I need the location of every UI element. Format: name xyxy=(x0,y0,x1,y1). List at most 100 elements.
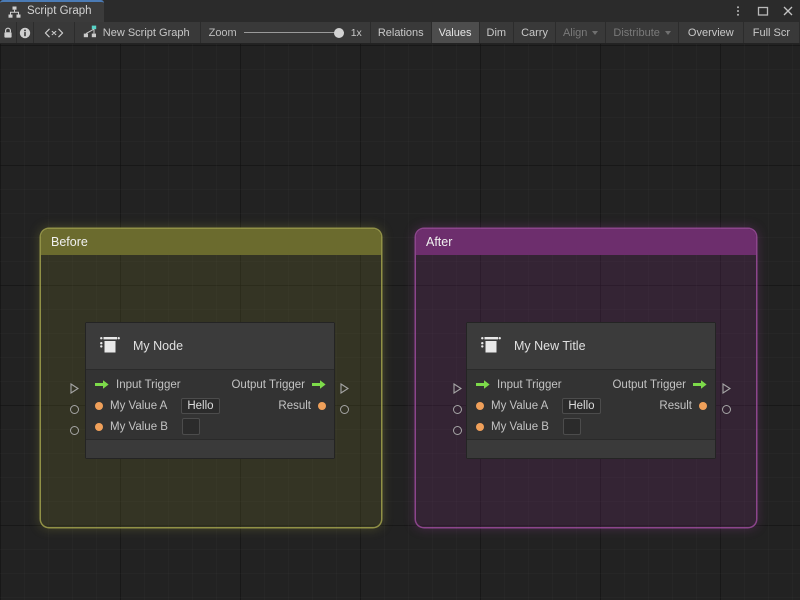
kebab-menu-icon[interactable] xyxy=(730,3,746,19)
value-b-input[interactable] xyxy=(562,418,581,435)
graph-canvas[interactable]: Before My Node Input Trigger Output Trig… xyxy=(0,44,800,600)
port-right[interactable]: Output Trigger xyxy=(231,379,326,391)
lock-icon xyxy=(2,27,14,39)
lock-button[interactable] xyxy=(0,22,17,43)
toolbar-button-label: Relations xyxy=(377,26,424,39)
value-port-icon xyxy=(95,401,103,410)
maximize-icon[interactable] xyxy=(755,3,771,19)
toolbar-button-values[interactable]: Values xyxy=(431,22,480,43)
external-result-port[interactable] xyxy=(336,399,352,420)
node-before-external-ports-right xyxy=(336,378,352,420)
tab-script-graph[interactable]: Script Graph xyxy=(0,0,104,22)
port-left[interactable]: My Value A Hello xyxy=(95,397,220,414)
window-tab-bar: Script Graph xyxy=(0,0,800,22)
toolbar-button-relations[interactable]: Relations xyxy=(370,22,432,43)
toolbar-button-carry[interactable]: Carry xyxy=(514,22,556,43)
toolbar-button-label: Overview xyxy=(687,26,734,39)
value-port-icon xyxy=(699,401,707,410)
external-trigger-port-out[interactable] xyxy=(336,378,352,399)
graph-name-field[interactable]: New Script Graph xyxy=(75,22,201,43)
port-right[interactable]: Output Trigger xyxy=(612,379,707,391)
circle-outline-icon xyxy=(452,426,462,435)
info-button[interactable] xyxy=(16,22,34,43)
external-value-port-a[interactable] xyxy=(449,399,465,420)
node-my-node[interactable]: My Node Input Trigger Output Trigger My … xyxy=(85,322,335,459)
value-a-input[interactable]: Hello xyxy=(181,397,220,414)
node-title: My New Title xyxy=(514,339,586,353)
value-port-icon xyxy=(318,401,326,410)
zoom-control[interactable]: Zoom 1x xyxy=(201,22,371,43)
node-before-external-ports-left xyxy=(66,378,82,441)
script-graph-icon xyxy=(83,25,97,41)
node-title: My Node xyxy=(133,339,184,353)
node-body: Input Trigger Output Trigger My Value A … xyxy=(467,370,715,439)
group-title: After xyxy=(426,235,453,249)
chevron-down-icon xyxy=(592,30,599,35)
port-left[interactable]: Input Trigger xyxy=(476,379,562,391)
group-header-after[interactable]: After xyxy=(416,229,756,255)
port-row-input-trigger[interactable]: Input Trigger Output Trigger xyxy=(467,374,715,395)
graph-toolbar: New Script Graph Zoom 1x Relations Value… xyxy=(0,22,800,44)
value-b-input[interactable] xyxy=(181,418,200,435)
port-label: Result xyxy=(278,399,311,412)
node-header[interactable]: My New Title xyxy=(467,323,715,370)
port-right[interactable]: Result xyxy=(659,400,707,412)
port-row-input-trigger[interactable]: Input Trigger Output Trigger xyxy=(86,374,334,395)
external-trigger-port-in[interactable] xyxy=(449,378,465,399)
external-trigger-port-in[interactable] xyxy=(66,378,82,399)
port-right[interactable]: Result xyxy=(278,400,326,412)
toolbar-button-distribute[interactable]: Distribute xyxy=(606,22,679,43)
node-header[interactable]: My Node xyxy=(86,323,334,370)
variables-button[interactable] xyxy=(33,22,75,43)
script-graph-window: Script Graph New Script Graph Zoom 1x Re… xyxy=(0,0,800,600)
zoom-slider-track xyxy=(243,32,344,33)
port-label: Result xyxy=(659,399,692,412)
port-label: Input Trigger xyxy=(497,378,562,391)
port-left[interactable]: My Value A Hello xyxy=(476,397,601,414)
toolbar-button-dim[interactable]: Dim xyxy=(479,22,515,43)
unit-node-icon xyxy=(98,334,122,358)
node-footer xyxy=(467,439,715,458)
graph-name-label: New Script Graph xyxy=(102,26,190,39)
node-body: Input Trigger Output Trigger My Value A … xyxy=(86,370,334,439)
node-after-external-ports-left xyxy=(449,378,465,441)
toolbar-button-full-screen[interactable]: Full Scr xyxy=(743,22,800,43)
trigger-arrow-icon xyxy=(312,380,326,389)
close-icon[interactable] xyxy=(780,3,796,19)
port-label: Input Trigger xyxy=(116,378,181,391)
port-left[interactable]: Input Trigger xyxy=(95,379,181,391)
info-icon xyxy=(19,27,31,39)
port-left[interactable]: My Value B xyxy=(476,418,581,435)
group-header-before[interactable]: Before xyxy=(41,229,381,255)
external-trigger-port-out[interactable] xyxy=(718,378,734,399)
port-label: My Value B xyxy=(110,420,168,433)
toolbar-button-align[interactable]: Align xyxy=(555,22,607,43)
port-label: Output Trigger xyxy=(612,378,686,391)
node-after-external-ports-right xyxy=(718,378,734,420)
value-a-input[interactable]: Hello xyxy=(562,397,601,414)
value-port-icon xyxy=(476,422,484,431)
external-value-port-b[interactable] xyxy=(66,420,82,441)
port-row-my-value-a[interactable]: My Value A Hello Result xyxy=(467,395,715,416)
window-controls xyxy=(730,0,796,22)
port-left[interactable]: My Value B xyxy=(95,418,200,435)
circle-outline-icon xyxy=(69,405,79,414)
port-row-my-value-a[interactable]: My Value A Hello Result xyxy=(86,395,334,416)
node-my-new-title[interactable]: My New Title Input Trigger Output Trigge… xyxy=(466,322,716,459)
external-result-port[interactable] xyxy=(718,399,734,420)
toolbar-button-label: Distribute xyxy=(613,26,660,39)
port-row-my-value-b[interactable]: My Value B xyxy=(86,416,334,437)
port-label: My Value A xyxy=(110,399,168,412)
zoom-value: 1x xyxy=(350,26,362,39)
port-label: My Value A xyxy=(491,399,549,412)
toolbar-button-overview[interactable]: Overview xyxy=(678,22,744,43)
trigger-arrow-icon xyxy=(95,380,109,389)
external-value-port-b[interactable] xyxy=(449,420,465,441)
port-row-my-value-b[interactable]: My Value B xyxy=(467,416,715,437)
zoom-slider-knob[interactable] xyxy=(333,27,344,38)
zoom-slider[interactable] xyxy=(243,27,344,39)
group-title: Before xyxy=(51,235,88,249)
chevron-down-icon xyxy=(664,30,671,35)
external-value-port-a[interactable] xyxy=(66,399,82,420)
toolbar-button-label: Align xyxy=(562,26,588,39)
